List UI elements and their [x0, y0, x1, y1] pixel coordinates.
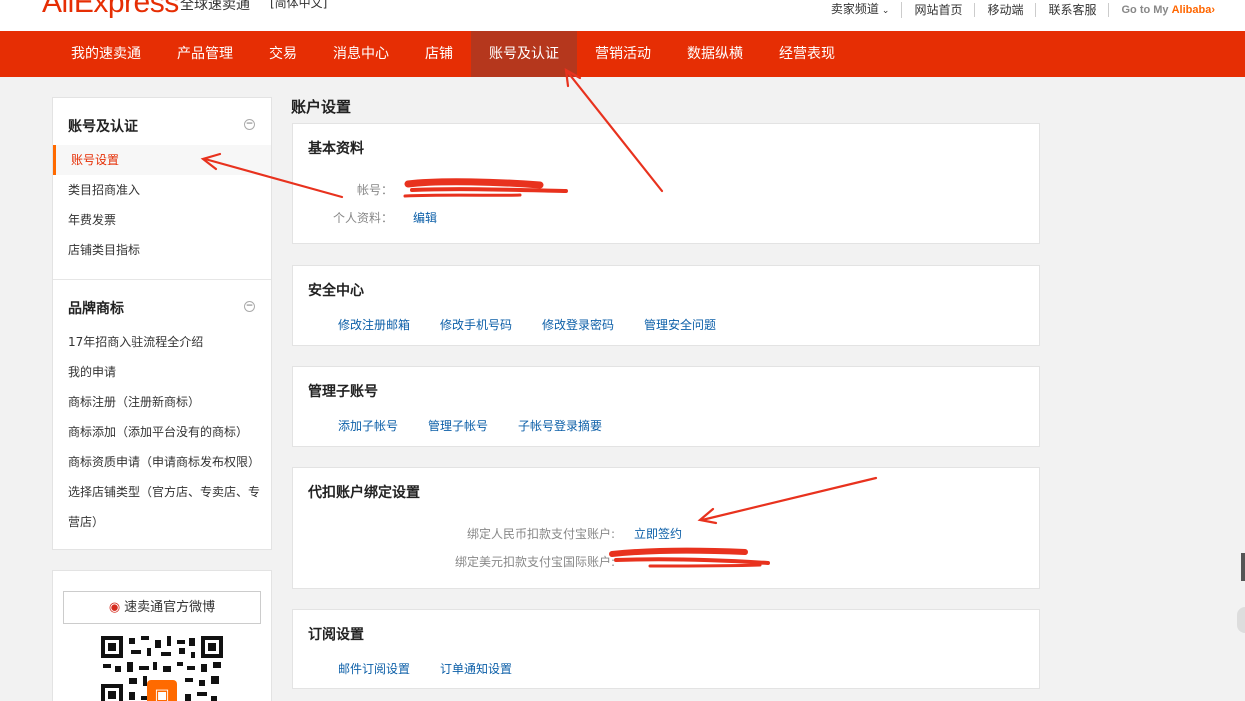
rmb-alipay-label: 绑定人民币扣款支付宝账户:: [467, 527, 616, 541]
account-value-redacted: [411, 178, 571, 196]
logo-subtitle: 全球速卖通: [180, 0, 250, 13]
add-sub-account-link[interactable]: 添加子帐号: [338, 417, 398, 434]
nav-product-management[interactable]: 产品管理: [159, 31, 251, 77]
subscription-links: 邮件订阅设置 订单通知设置: [338, 660, 542, 677]
email-subscription-link[interactable]: 邮件订阅设置: [338, 660, 410, 677]
sidebar-item-account-settings[interactable]: 账号设置: [53, 145, 271, 175]
top-links: 卖家频道 ⌄ 网站首页 移动端 联系客服 Go to My Alibaba›: [819, 2, 1227, 18]
weibo-box: ◉ 速卖通官方微博 ▣: [52, 570, 272, 701]
profile-label: 个人资料：: [333, 211, 394, 225]
subscription-panel: 订阅设置 邮件订阅设置 订单通知设置: [292, 609, 1040, 689]
top-bar: AliExpress 全球速卖通 [简体中文] ˅ 卖家频道 ⌄ 网站首页 移动端…: [0, 0, 1245, 31]
scrollbar-thumb[interactable]: [1241, 553, 1245, 581]
nav-trade[interactable]: 交易: [251, 31, 315, 77]
top-link-mobile[interactable]: 移动端: [975, 3, 1037, 17]
order-notification-link[interactable]: 订单通知设置: [440, 660, 512, 677]
sub-account-login-summary-link[interactable]: 子帐号登录摘要: [518, 417, 602, 434]
manage-security-questions-link[interactable]: 管理安全问题: [644, 316, 716, 333]
nav-account-verification[interactable]: 账号及认证: [471, 31, 577, 77]
sidebar-item-category-metrics[interactable]: 店铺类目指标: [53, 235, 271, 265]
payment-binding-panel: 代扣账户绑定设置 绑定人民币扣款支付宝账户: 立即签约 绑定美元扣款支付宝国际账…: [292, 467, 1040, 589]
weibo-button[interactable]: ◉ 速卖通官方微博: [63, 591, 261, 624]
qr-code-image: ▣: [101, 636, 223, 701]
svg-text:▣: ▣: [154, 685, 169, 701]
manage-sub-account-link[interactable]: 管理子帐号: [428, 417, 488, 434]
usd-alipay-label: 绑定美元扣款支付宝国际账户:: [455, 555, 616, 569]
top-link-support[interactable]: 联系客服: [1036, 3, 1110, 17]
page-title: 账户设置: [291, 98, 352, 116]
sub-account-panel: 管理子账号 添加子帐号 管理子帐号 子帐号登录摘要: [292, 366, 1040, 447]
nav-message-center[interactable]: 消息中心: [315, 31, 407, 77]
main-nav: 我的速卖通 产品管理 交易 消息中心 店铺 账号及认证 营销活动 数据纵横 经营…: [0, 31, 1245, 77]
edit-profile-link[interactable]: 编辑: [413, 209, 437, 226]
sub-account-links: 添加子帐号 管理子帐号 子帐号登录摘要: [338, 417, 632, 434]
sidebar-menu: 账号及认证 − 账号设置 类目招商准入 年费发票 店铺类目指标 品牌商标 − 1…: [52, 97, 272, 550]
panel-title: 代扣账户绑定设置: [308, 485, 420, 501]
nav-data[interactable]: 数据纵横: [669, 31, 761, 77]
collapse-icon[interactable]: −: [244, 119, 255, 130]
change-phone-link[interactable]: 修改手机号码: [440, 316, 512, 333]
sidebar-item-onboarding-guide[interactable]: 17年招商入驻流程全介绍: [53, 327, 271, 357]
nav-store[interactable]: 店铺: [407, 31, 471, 77]
sidebar-item-trademark-qualification[interactable]: 商标资质申请（申请商标发布权限）: [53, 447, 271, 477]
sidebar-group-account[interactable]: 账号及认证 −: [53, 98, 271, 145]
goto-my-alibaba-link[interactable]: Go to My Alibaba›: [1109, 3, 1227, 17]
sidebar: 账号及认证 − 账号设置 类目招商准入 年费发票 店铺类目指标 品牌商标 − 1…: [52, 97, 272, 701]
chevron-down-icon: ⌄: [881, 6, 890, 16]
sidebar-item-annual-invoice[interactable]: 年费发票: [53, 205, 271, 235]
weibo-icon: ◉: [108, 600, 121, 615]
panel-title: 安全中心: [308, 283, 364, 299]
account-label: 帐号：: [357, 183, 394, 197]
aliexpress-logo[interactable]: AliExpress: [42, 0, 179, 20]
top-link-home[interactable]: 网站首页: [902, 3, 976, 17]
security-center-panel: 安全中心 修改注册邮箱 修改手机号码 修改登录密码 管理安全问题: [292, 265, 1040, 346]
collapse-icon[interactable]: −: [244, 301, 255, 312]
sidebar-item-trademark-add[interactable]: 商标添加（添加平台没有的商标）: [53, 417, 271, 447]
nav-performance[interactable]: 经营表现: [761, 31, 853, 77]
sidebar-group-brand[interactable]: 品牌商标 −: [53, 280, 271, 327]
sidebar-item-my-applications[interactable]: 我的申请: [53, 357, 271, 387]
panel-title: 管理子账号: [308, 384, 378, 400]
language-selector[interactable]: [简体中文] ˅: [270, 0, 337, 11]
top-link-seller-channel[interactable]: 卖家频道 ⌄: [819, 2, 903, 18]
nav-my-aliexpress[interactable]: 我的速卖通: [53, 31, 159, 77]
basic-info-panel: 基本资料 帐号： 个人资料： 编辑: [292, 123, 1040, 244]
sidebar-item-category-access[interactable]: 类目招商准入: [53, 175, 271, 205]
nav-marketing[interactable]: 营销活动: [577, 31, 669, 77]
panel-title: 订阅设置: [308, 627, 364, 643]
sidebar-item-store-type[interactable]: 选择店铺类型（官方店、专卖店、专营店）: [53, 477, 263, 537]
change-email-link[interactable]: 修改注册邮箱: [338, 316, 410, 333]
panel-title: 基本资料: [308, 141, 364, 157]
side-floating-button[interactable]: [1237, 607, 1245, 633]
change-password-link[interactable]: 修改登录密码: [542, 316, 614, 333]
sidebar-item-trademark-register[interactable]: 商标注册（注册新商标）: [53, 387, 271, 417]
security-links: 修改注册邮箱 修改手机号码 修改登录密码 管理安全问题: [338, 316, 746, 333]
sign-now-link[interactable]: 立即签约: [634, 525, 682, 542]
